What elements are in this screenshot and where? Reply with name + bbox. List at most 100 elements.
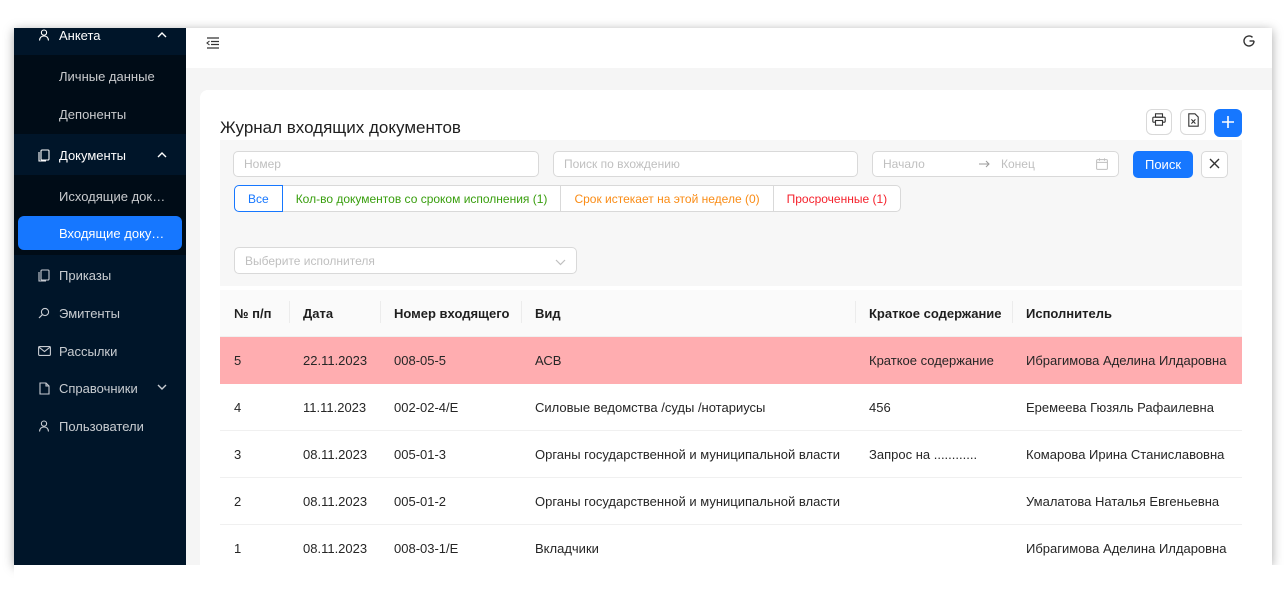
segment-label: Кол-во документов со сроком исполнения (… xyxy=(295,191,548,206)
table-row[interactable]: 5 22.11.2023 008-05-5 АСВ Краткое содерж… xyxy=(220,337,1242,384)
segment-expires-this-week[interactable]: Срок истекает на этой неделе (0) xyxy=(560,185,774,212)
sidebar-item-outgoing-documents[interactable]: Исходящие документы xyxy=(14,177,186,215)
cell-incoming-number: 008-03-1/Е xyxy=(394,540,459,556)
sidebar-item-users[interactable]: Пользователи xyxy=(14,406,186,446)
close-icon xyxy=(1209,156,1220,174)
segment-overdue[interactable]: Просроченные (1) xyxy=(772,185,902,212)
segment-with-deadline[interactable]: Кол-во документов со сроком исполнения (… xyxy=(281,185,562,212)
documents-icon xyxy=(37,268,51,282)
cell-summary: Запрос на ............ xyxy=(869,446,978,462)
chevron-up-icon xyxy=(156,30,168,41)
segment-label: Срок истекает на этой неделе (0) xyxy=(574,191,760,206)
sidebar-item-label: Эмитенты xyxy=(59,305,120,321)
cell-kind: Вкладчики xyxy=(535,540,599,556)
date-range-picker[interactable]: Начало Конец xyxy=(872,151,1119,177)
executor-select[interactable]: Выберите исполнителя xyxy=(234,247,577,274)
cell-kind: Органы государственной и муниципальной в… xyxy=(535,493,841,509)
sidebar-item-personal-data[interactable]: Личные данные xyxy=(14,57,186,95)
cell-summary: 456 xyxy=(869,399,891,415)
export-excel-button[interactable] xyxy=(1180,109,1206,135)
mail-icon xyxy=(37,346,51,356)
sidebar-item-anketa[interactable]: Анкета xyxy=(14,28,186,55)
user-icon xyxy=(37,420,51,432)
cell-incoming-number: 005-01-2 xyxy=(394,493,447,509)
date-start-placeholder: Начало xyxy=(883,157,925,171)
content-card: Журнал входящих документов Номер Поиск п… xyxy=(200,90,1272,572)
sidebar-item-label: Документы xyxy=(59,147,127,163)
search-button[interactable]: Поиск xyxy=(1133,151,1193,178)
number-input[interactable]: Номер xyxy=(233,151,539,177)
cell-number: 5 xyxy=(234,352,242,368)
sidebar-item-label: Приказы xyxy=(59,267,112,283)
search-icon xyxy=(37,307,51,319)
search-placeholder: Поиск по вхождению xyxy=(564,157,680,171)
cell-date: 08.11.2023 xyxy=(303,446,368,462)
top-header xyxy=(186,28,1272,68)
page-title: Журнал входящих документов xyxy=(220,118,461,137)
column-header[interactable]: Дата xyxy=(289,300,380,323)
user-icon xyxy=(37,29,51,41)
documents-icon xyxy=(37,148,51,162)
status-filter-segments: Все Кол-во документов со сроком исполнен… xyxy=(234,185,902,212)
chevron-down-icon xyxy=(555,255,566,269)
sidebar: Анкета Личные данные Депоненты Документы… xyxy=(14,28,186,565)
sidebar-item-label: Пользователи xyxy=(59,418,144,434)
cell-number: 3 xyxy=(234,446,242,462)
column-header[interactable]: Номер входящего xyxy=(380,300,521,323)
date-end-placeholder: Конец xyxy=(1001,157,1035,171)
sidebar-item-label: Депоненты xyxy=(59,106,127,122)
plus-icon xyxy=(1221,113,1235,133)
print-button[interactable] xyxy=(1146,109,1172,135)
segment-label: Все xyxy=(248,191,269,206)
chevron-down-icon xyxy=(156,383,168,394)
segment-all[interactable]: Все xyxy=(234,185,283,212)
page-margin xyxy=(14,565,1288,600)
cell-executor: Комарова Ирина Станиславовна xyxy=(1026,446,1225,462)
add-document-button[interactable] xyxy=(1214,109,1242,137)
sidebar-item-directories[interactable]: Справочники xyxy=(14,368,186,408)
sidebar-item-emitents[interactable]: Эмитенты xyxy=(14,293,186,333)
column-header[interactable]: Исполнитель xyxy=(1012,300,1242,323)
cell-kind: АСВ xyxy=(535,352,562,368)
cell-executor: Ибрагимова Аделина Илдаровна xyxy=(1026,352,1227,368)
column-header[interactable]: Краткое содержание xyxy=(855,300,1012,323)
cell-executor: Еремеева Гюзяль Рафаилевна xyxy=(1026,399,1214,415)
sidebar-item-orders[interactable]: Приказы xyxy=(14,255,186,295)
file-icon xyxy=(37,381,51,395)
cell-date: 22.11.2023 xyxy=(303,352,368,368)
cell-number: 1 xyxy=(234,540,242,556)
cell-number: 4 xyxy=(234,399,242,415)
sidebar-item-mailings[interactable]: Рассылки xyxy=(14,331,186,371)
sidebar-item-label: Анкета xyxy=(59,28,101,43)
cell-executor: Ибрагимова Аделина Илдаровна xyxy=(1026,540,1227,556)
table-row[interactable]: 3 08.11.2023 005-01-3 Органы государстве… xyxy=(220,431,1242,478)
search-input[interactable]: Поиск по вхождению xyxy=(553,151,858,177)
arrow-right-icon xyxy=(979,157,1001,171)
cell-summary: Краткое содержание xyxy=(869,352,994,368)
cell-incoming-number: 005-01-3 xyxy=(394,446,447,462)
cell-incoming-number: 008-05-5 xyxy=(394,352,447,368)
printer-icon xyxy=(1152,113,1166,131)
sidebar-item-incoming-documents[interactable]: Входящие документы xyxy=(18,216,182,250)
cell-executor: Умалатова Наталья Евгеньевна xyxy=(1026,493,1220,509)
cell-kind: Органы государственной и муниципальной в… xyxy=(535,446,841,462)
cell-date: 11.11.2023 xyxy=(303,399,367,415)
table-row[interactable]: 2 08.11.2023 005-01-2 Органы государстве… xyxy=(220,478,1242,525)
sidebar-item-label: Личные данные xyxy=(59,68,155,84)
sidebar-item-label: Исходящие документы xyxy=(59,188,169,204)
sidebar-item-deponents[interactable]: Депоненты xyxy=(14,95,186,133)
menu-fold-icon[interactable] xyxy=(206,36,220,50)
calendar-icon xyxy=(1096,158,1108,173)
reload-icon[interactable] xyxy=(1242,34,1256,52)
column-header[interactable]: Вид xyxy=(521,300,855,323)
clear-filters-button[interactable] xyxy=(1201,151,1228,178)
table-row[interactable]: 4 11.11.2023 002-02-4/Е Силовые ведомств… xyxy=(220,384,1242,431)
executor-placeholder: Выберите исполнителя xyxy=(245,253,375,268)
number-placeholder: Номер xyxy=(244,157,281,171)
cell-kind: Силовые ведомства /суды /нотариусы xyxy=(535,399,766,415)
cell-date: 08.11.2023 xyxy=(303,493,368,509)
sidebar-item-documents[interactable]: Документы xyxy=(14,135,186,175)
excel-file-icon xyxy=(1187,112,1199,132)
column-header[interactable]: № п/п xyxy=(220,306,289,321)
segment-label: Просроченные (1) xyxy=(786,191,888,206)
